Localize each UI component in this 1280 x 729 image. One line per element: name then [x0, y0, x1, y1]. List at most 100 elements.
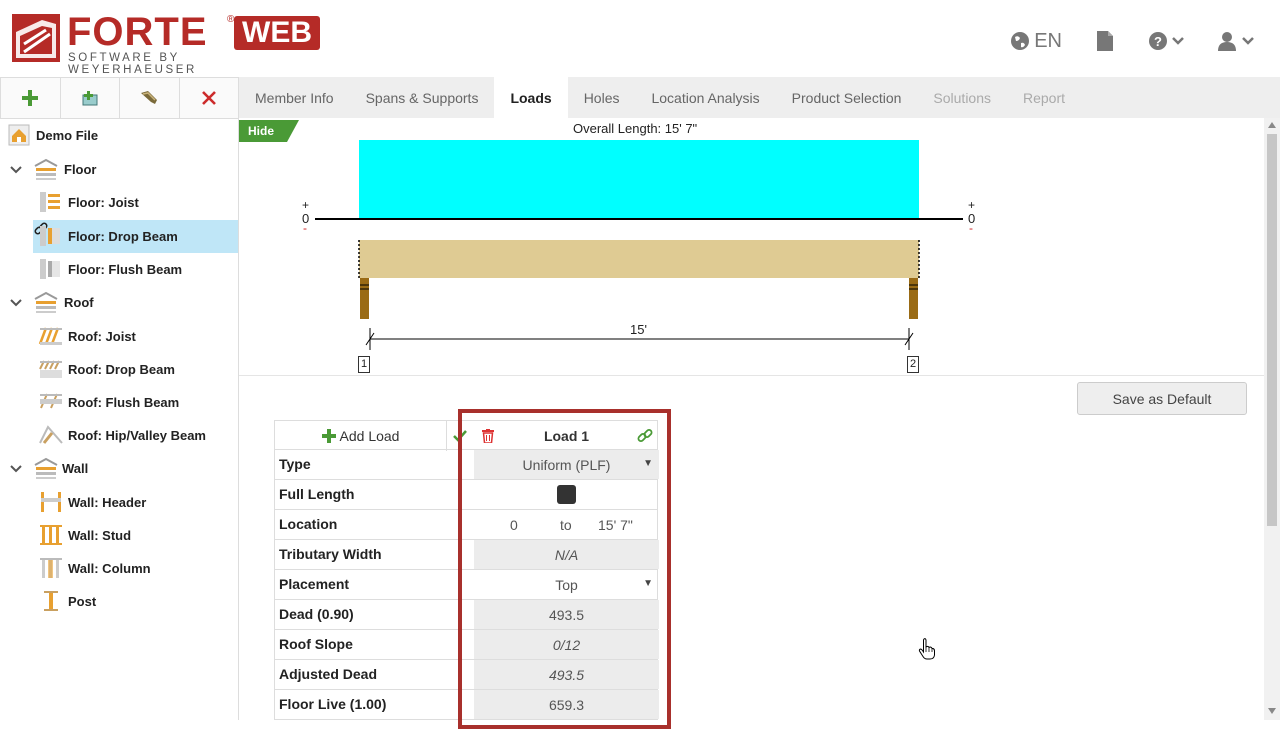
tree-item-floor-flush-beam[interactable]: Floor: Flush Beam: [0, 253, 239, 286]
beam-body: [359, 240, 919, 278]
tab-report: Report: [1023, 89, 1066, 106]
support-number-2[interactable]: 2: [907, 356, 919, 373]
forte-logo-mark-icon: [12, 14, 60, 62]
row-label-dead: Dead (0.90): [279, 606, 354, 622]
uniform-load-block[interactable]: [359, 140, 919, 219]
row-label-floor-live: Floor Live (1.00): [279, 696, 387, 712]
documents-button[interactable]: [1096, 30, 1114, 52]
tree-item-roof-joist[interactable]: Roof: Joist: [0, 320, 239, 353]
chevron-down-icon[interactable]: [10, 463, 22, 475]
scrollbar-thumb[interactable]: [1267, 134, 1277, 526]
tree-item-label: Floor: Drop Beam: [68, 229, 178, 244]
post-icon: [44, 591, 58, 611]
row-label-full-length: Full Length: [279, 486, 355, 502]
span-length-label: 15': [630, 322, 647, 337]
roof-joist-icon: [38, 327, 62, 345]
delete-icon: [201, 91, 216, 105]
tree-item-label: Roof: Flush Beam: [68, 395, 180, 410]
language-label: EN: [1034, 29, 1062, 52]
file-toolbar: [0, 77, 239, 119]
right-plus-mark: +: [968, 198, 976, 212]
floor-flush-beam-icon: [40, 259, 60, 279]
add-load-label: Add Load: [339, 428, 400, 444]
tab-product-selection[interactable]: Product Selection: [776, 77, 918, 118]
project-tree: Demo File Floor Floor: Joist Floor: Drop…: [0, 119, 239, 720]
wall-header-icon: [41, 492, 61, 512]
row-label-tributary-width: Tributary Width: [279, 546, 382, 562]
tree-item-floor-joist[interactable]: Floor: Joist: [0, 186, 239, 219]
copy-member-icon: [141, 91, 158, 104]
tab-location-analysis[interactable]: Location Analysis: [635, 77, 775, 118]
roof-hip-valley-icon: [39, 425, 63, 444]
tab-loads[interactable]: Loads: [494, 77, 568, 118]
brand-subtitle: SOFTWARE BY WEYERHAEUSER: [68, 52, 197, 76]
chevron-down-icon[interactable]: [10, 164, 22, 176]
wall-stud-icon: [40, 525, 62, 545]
row-label-roof-slope: Roof Slope: [279, 636, 353, 652]
tree-item-floor-drop-beam[interactable]: Floor: Drop Beam: [33, 220, 238, 253]
tree-item-demo-file[interactable]: Demo File: [0, 119, 239, 152]
home-icon: [8, 124, 30, 146]
tree-item-label: Wall: [62, 461, 89, 476]
tree-item-post[interactable]: Post: [0, 585, 239, 618]
roof-flush-beam-icon: [40, 393, 62, 409]
tree-item-label: Wall: Header: [68, 495, 147, 510]
tree-item-wall[interactable]: Wall: [0, 452, 239, 485]
tree-item-wall-header[interactable]: Wall: Header: [0, 486, 239, 519]
tree-item-label: Floor: Joist: [68, 195, 139, 210]
add-icon: [22, 90, 39, 106]
beam-drawing: [315, 140, 963, 350]
tree-item-label: Roof: [64, 295, 94, 310]
header-actions: EN ?: [976, 26, 1280, 56]
globe-icon: [1011, 32, 1030, 50]
help-menu[interactable]: ?: [1148, 31, 1184, 51]
forte-web-logo[interactable]: FORTE ® WEB SOFTWARE BY WEYERHAEUSER: [12, 10, 320, 76]
scroll-down-arrow-icon[interactable]: [1268, 708, 1276, 714]
document-icon: [1097, 31, 1113, 51]
tree-item-label: Floor: [64, 162, 97, 177]
tree-item-wall-column[interactable]: Wall: Column: [0, 552, 239, 585]
user-menu[interactable]: [1218, 31, 1254, 51]
row-label-adjusted-dead: Adjusted Dead: [279, 666, 378, 682]
tab-holes[interactable]: Holes: [568, 77, 636, 118]
tree-item-label: Demo File: [36, 128, 99, 143]
save-as-default-button[interactable]: Save as Default: [1077, 382, 1247, 415]
copy-member-button[interactable]: [120, 78, 180, 118]
add-file-icon: [82, 91, 98, 106]
wall-column-icon: [40, 558, 62, 578]
language-selector[interactable]: EN: [1010, 30, 1062, 53]
tree-item-label: Post: [68, 594, 97, 609]
help-icon: ?: [1149, 32, 1167, 50]
tree-item-roof-hip-valley-beam[interactable]: Roof: Hip/Valley Beam: [0, 419, 239, 452]
tab-spans-supports[interactable]: Spans & Supports: [350, 77, 495, 118]
content-scrollbar[interactable]: [1264, 118, 1280, 720]
tree-item-label: Wall: Stud: [68, 528, 132, 543]
support-1[interactable]: [360, 278, 369, 319]
add-file-button[interactable]: [60, 78, 120, 118]
add-member-button[interactable]: [1, 78, 61, 118]
chevron-down-icon[interactable]: [10, 297, 22, 309]
tree-item-roof[interactable]: Roof: [0, 286, 239, 319]
roof-drop-beam-icon: [39, 360, 62, 378]
support-2[interactable]: [909, 278, 918, 319]
tab-member-info[interactable]: Member Info: [239, 77, 350, 118]
tree-item-label: Floor: Flush Beam: [68, 262, 183, 277]
tree-item-floor[interactable]: Floor: [0, 153, 239, 186]
add-load-button[interactable]: Add Load: [275, 421, 447, 451]
brand-name: FORTE: [67, 10, 208, 54]
tree-item-label: Roof: Joist: [68, 329, 136, 344]
support-number-1[interactable]: 1: [358, 356, 370, 373]
delete-member-button[interactable]: [179, 78, 238, 118]
tree-item-label: Wall: Column: [68, 561, 151, 576]
tree-item-wall-stud[interactable]: Wall: Stud: [0, 519, 239, 552]
scroll-up-arrow-icon[interactable]: [1268, 122, 1276, 128]
svg-text:?: ?: [1154, 34, 1162, 49]
tree-item-roof-flush-beam[interactable]: Roof: Flush Beam: [0, 386, 239, 419]
floor-drop-beam-icon: [40, 226, 60, 246]
left-minus-mark: -: [303, 221, 307, 235]
left-plus-mark: +: [302, 198, 310, 212]
row-label-type: Type: [279, 456, 311, 472]
user-icon: [1218, 32, 1236, 51]
load-column-highlight: [458, 409, 671, 729]
tree-item-roof-drop-beam[interactable]: Roof: Drop Beam: [0, 353, 239, 386]
